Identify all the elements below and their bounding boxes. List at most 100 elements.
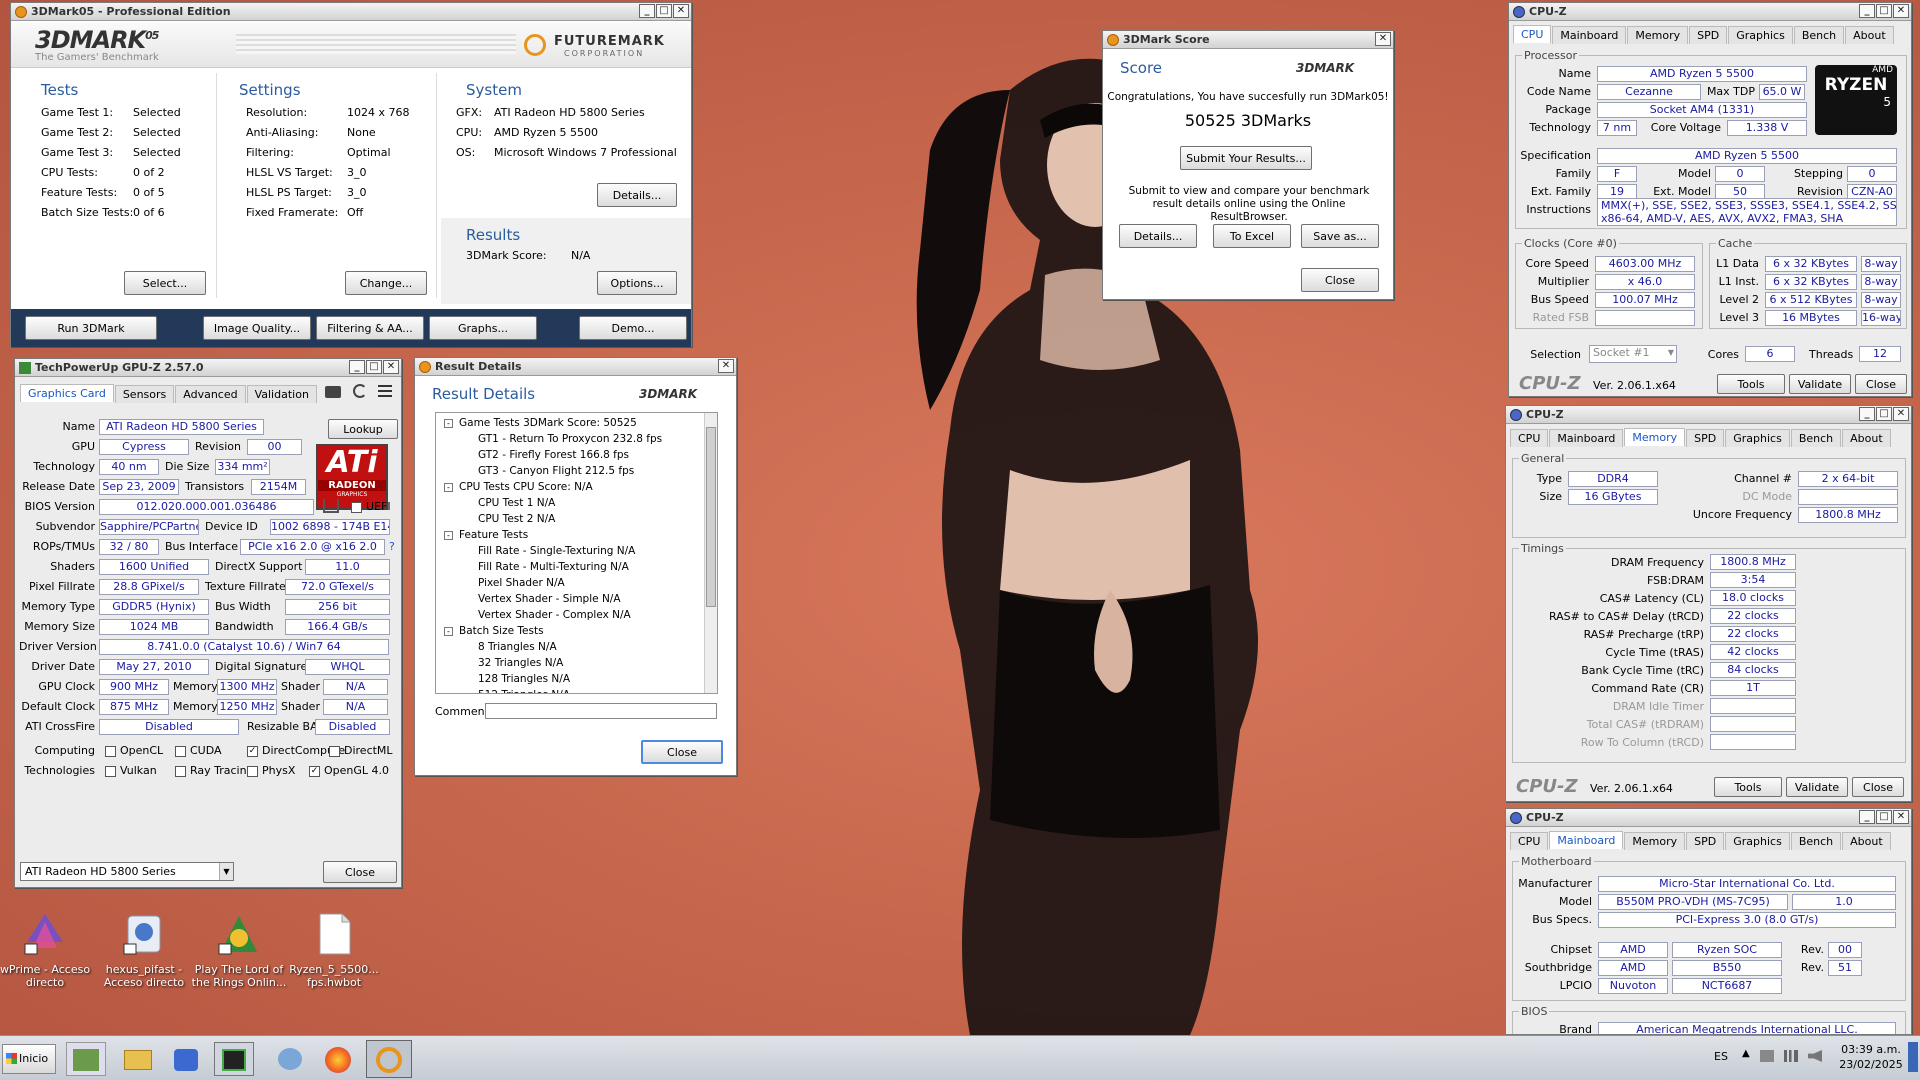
tree-node[interactable]: Vertex Shader - Complex N/A bbox=[440, 607, 717, 623]
help-icon[interactable]: ? bbox=[389, 540, 395, 553]
tree-node[interactable]: 8 Triangles N/A bbox=[440, 639, 717, 655]
tab-graphics-card[interactable]: Graphics Card bbox=[20, 384, 114, 402]
computing-checkbox[interactable]: CUDA bbox=[175, 744, 222, 757]
language-indicator[interactable]: ES bbox=[1714, 1050, 1728, 1063]
tree-node[interactable]: Vertex Shader - Simple N/A bbox=[440, 591, 717, 607]
submit-results-button[interactable]: Submit Your Results... bbox=[1180, 146, 1312, 170]
tab-memory[interactable]: Memory bbox=[1627, 26, 1689, 44]
start-button[interactable]: Inicio bbox=[2, 1044, 56, 1074]
tree-node[interactable]: GT2 - Firefly Forest 166.8 fps bbox=[440, 447, 717, 463]
tree-node[interactable]: - Game Tests 3DMark Score: 50525 bbox=[440, 415, 717, 431]
uefi-checkbox[interactable]: UEFI bbox=[351, 500, 391, 513]
checkbox[interactable] bbox=[351, 501, 362, 513]
graphs-button[interactable]: Graphs... bbox=[429, 316, 537, 340]
technology-checkbox[interactable]: ✓ OpenGL 4.0 bbox=[309, 764, 389, 777]
menu-icon[interactable] bbox=[378, 385, 392, 397]
titlebar[interactable]: 3DMark Score ✕ bbox=[1103, 31, 1393, 49]
tab-advanced[interactable]: Advanced bbox=[175, 385, 246, 403]
taskbar-app-icon[interactable] bbox=[66, 1042, 106, 1076]
minimize-icon[interactable]: _ bbox=[639, 4, 655, 18]
tab-mainboard[interactable]: Mainboard bbox=[1549, 831, 1624, 849]
tab-graphics[interactable]: Graphics bbox=[1725, 429, 1790, 447]
close-button[interactable]: Close bbox=[1301, 268, 1379, 292]
desktop-icon-hwbot-file[interactable]: Ryzen_5_5500... fps.hwbot bbox=[279, 912, 389, 989]
desktop-icon-wprime[interactable]: wPrime - Acceso directo bbox=[0, 912, 100, 989]
clock-time[interactable]: 03:39 a.m. bbox=[1838, 1043, 1904, 1056]
firefox-icon[interactable] bbox=[318, 1042, 358, 1076]
tree-node[interactable]: GT1 - Return To Proxycon 232.8 fps bbox=[440, 431, 717, 447]
close-button[interactable]: Close bbox=[1852, 777, 1904, 797]
tab-validation[interactable]: Validation bbox=[246, 385, 317, 403]
expand-icon[interactable]: - bbox=[444, 419, 453, 428]
minimize-icon[interactable]: _ bbox=[1859, 407, 1875, 421]
run-3dmark-button[interactable]: Run 3DMark bbox=[25, 316, 157, 340]
tab-graphics[interactable]: Graphics bbox=[1725, 832, 1790, 850]
close-icon[interactable]: ✕ bbox=[1375, 32, 1391, 46]
tab-bench[interactable]: Bench bbox=[1793, 26, 1845, 44]
titlebar[interactable]: CPU-Z _ □ ✕ bbox=[1506, 809, 1911, 827]
desktop-icon-lotro[interactable]: Play The Lord of the Rings Onlin... bbox=[184, 912, 294, 989]
media-player-icon[interactable] bbox=[166, 1042, 206, 1076]
tab-about[interactable]: About bbox=[1845, 26, 1894, 44]
close-icon[interactable]: ✕ bbox=[383, 360, 399, 374]
tab-about[interactable]: About bbox=[1842, 832, 1891, 850]
titlebar[interactable]: CPU-Z _ □ ✕ bbox=[1506, 406, 1911, 424]
tab-cpu[interactable]: CPU bbox=[1510, 429, 1549, 447]
expand-icon[interactable]: - bbox=[444, 627, 453, 636]
tab-mainboard[interactable]: Mainboard bbox=[1552, 26, 1627, 44]
tree-node[interactable]: - Feature Tests bbox=[440, 527, 717, 543]
technology-checkbox[interactable]: Vulkan bbox=[105, 764, 157, 777]
network-icon[interactable] bbox=[1760, 1050, 1774, 1062]
expand-icon[interactable]: - bbox=[444, 531, 453, 540]
technology-checkbox[interactable]: PhysX bbox=[247, 764, 295, 777]
titlebar[interactable]: Result Details ✕ bbox=[415, 358, 736, 376]
tools-button[interactable]: Tools bbox=[1714, 777, 1782, 797]
titlebar[interactable]: 3DMark05 - Professional Edition _ □ ✕ bbox=[11, 3, 691, 21]
computing-checkbox[interactable]: OpenCL bbox=[105, 744, 163, 757]
system-details-button[interactable]: Details... bbox=[597, 183, 677, 207]
tree-node[interactable]: Fill Rate - Single-Texturing N/A bbox=[440, 543, 717, 559]
options-button[interactable]: Options... bbox=[597, 271, 677, 295]
minimize-icon[interactable]: _ bbox=[1859, 4, 1875, 18]
minimize-icon[interactable]: _ bbox=[1859, 810, 1875, 824]
close-button[interactable]: Close bbox=[323, 861, 397, 883]
tree-node[interactable]: CPU Test 2 N/A bbox=[440, 511, 717, 527]
close-icon[interactable]: ✕ bbox=[1893, 810, 1909, 824]
image-quality-button[interactable]: Image Quality... bbox=[203, 316, 311, 340]
close-button[interactable]: Close bbox=[1855, 374, 1907, 394]
result-tree[interactable]: - Game Tests 3DMark Score: 50525 GT1 - Ret… bbox=[435, 412, 718, 694]
desktop-icon-pifast[interactable]: hexus_pifast - Acceso directo bbox=[89, 912, 199, 989]
change-settings-button[interactable]: Change... bbox=[345, 271, 427, 295]
tab-spd[interactable]: SPD bbox=[1689, 26, 1728, 44]
tab-sensors[interactable]: Sensors bbox=[114, 385, 175, 403]
tab-cpu[interactable]: CPU bbox=[1513, 25, 1552, 43]
gpuz-taskbar-icon[interactable] bbox=[214, 1042, 254, 1076]
tab-graphics[interactable]: Graphics bbox=[1728, 26, 1793, 44]
cpuz-taskbar-icon[interactable] bbox=[270, 1042, 310, 1076]
tree-node[interactable]: - CPU Tests CPU Score: N/A bbox=[440, 479, 717, 495]
tree-node[interactable]: 32 Triangles N/A bbox=[440, 655, 717, 671]
tree-node[interactable]: - Batch Size Tests bbox=[440, 623, 717, 639]
maximize-icon[interactable]: □ bbox=[1876, 407, 1892, 421]
tab-about[interactable]: About bbox=[1842, 429, 1891, 447]
expand-icon[interactable]: - bbox=[444, 483, 453, 492]
tab-mainboard[interactable]: Mainboard bbox=[1549, 429, 1624, 447]
to-excel-button[interactable]: To Excel bbox=[1213, 224, 1291, 248]
share-icon[interactable] bbox=[323, 499, 339, 513]
select-tests-button[interactable]: Select... bbox=[124, 271, 206, 295]
tab-bench[interactable]: Bench bbox=[1790, 832, 1842, 850]
checkbox[interactable]: ✓ bbox=[309, 765, 320, 777]
explorer-icon[interactable] bbox=[118, 1042, 158, 1076]
checkbox[interactable] bbox=[247, 765, 258, 777]
maximize-icon[interactable]: □ bbox=[1876, 810, 1892, 824]
camera-icon[interactable] bbox=[325, 386, 341, 398]
scrollbar-thumb[interactable] bbox=[706, 427, 716, 607]
tree-scrollbar[interactable] bbox=[704, 413, 717, 693]
clock-date[interactable]: 23/02/2025 bbox=[1838, 1058, 1904, 1071]
demo-button[interactable]: Demo... bbox=[579, 316, 687, 340]
maximize-icon[interactable]: □ bbox=[656, 4, 672, 18]
minimize-icon[interactable]: _ bbox=[349, 360, 365, 374]
tab-cpu[interactable]: CPU bbox=[1510, 832, 1549, 850]
3dmark-taskbar-icon[interactable] bbox=[366, 1040, 412, 1078]
validate-button[interactable]: Validate bbox=[1786, 777, 1848, 797]
